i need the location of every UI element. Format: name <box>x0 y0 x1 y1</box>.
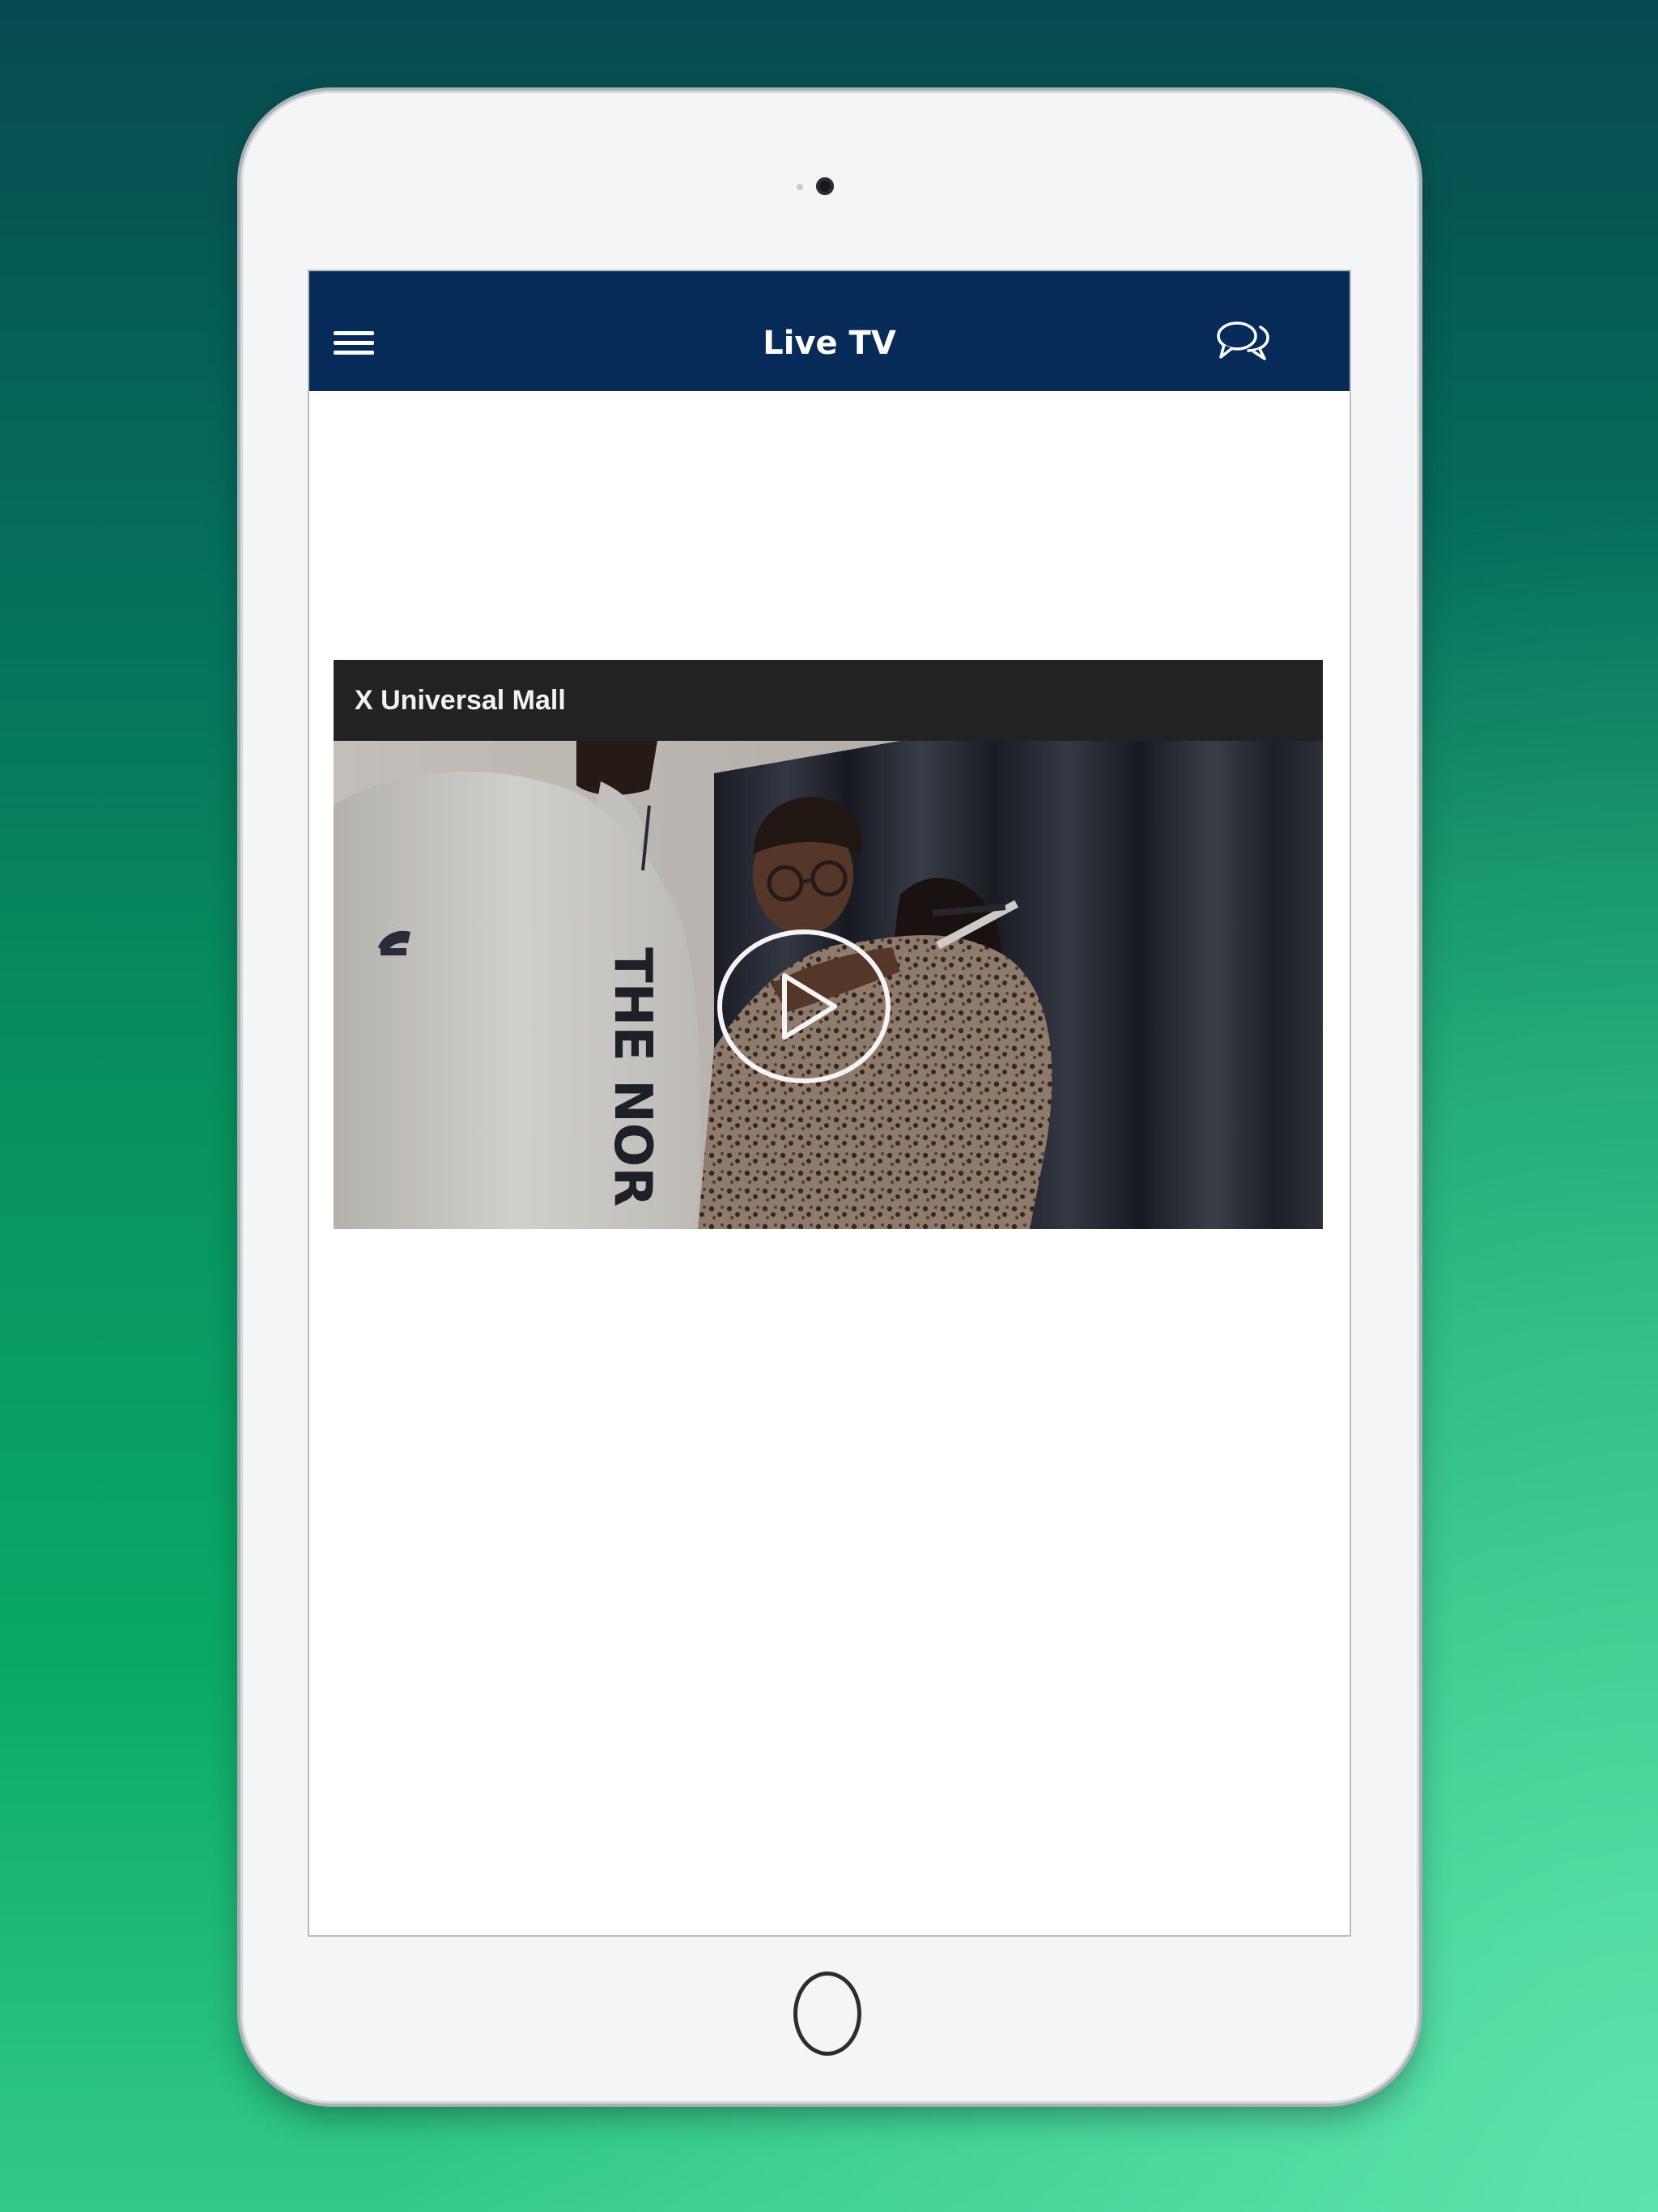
home-button[interactable] <box>793 1972 861 2056</box>
front-camera <box>816 177 834 195</box>
page-title: Live TV <box>763 325 896 362</box>
video-thumbnail[interactable]: THE NOR <box>334 741 1323 1229</box>
video-card: X Universal Mall <box>334 660 1323 1229</box>
tablet-device-frame: Live TV X Universal Mall <box>243 93 1417 2101</box>
app-screen: Live TV X Universal Mall <box>308 270 1351 1937</box>
play-icon[interactable] <box>716 929 891 1084</box>
app-header-bar: Live TV <box>309 271 1350 391</box>
video-title: X Universal Mall <box>355 685 566 716</box>
video-title-bar: X Universal Mall <box>334 660 1323 741</box>
light-sensor <box>797 184 803 190</box>
chat-bubbles-icon[interactable] <box>1216 320 1271 365</box>
